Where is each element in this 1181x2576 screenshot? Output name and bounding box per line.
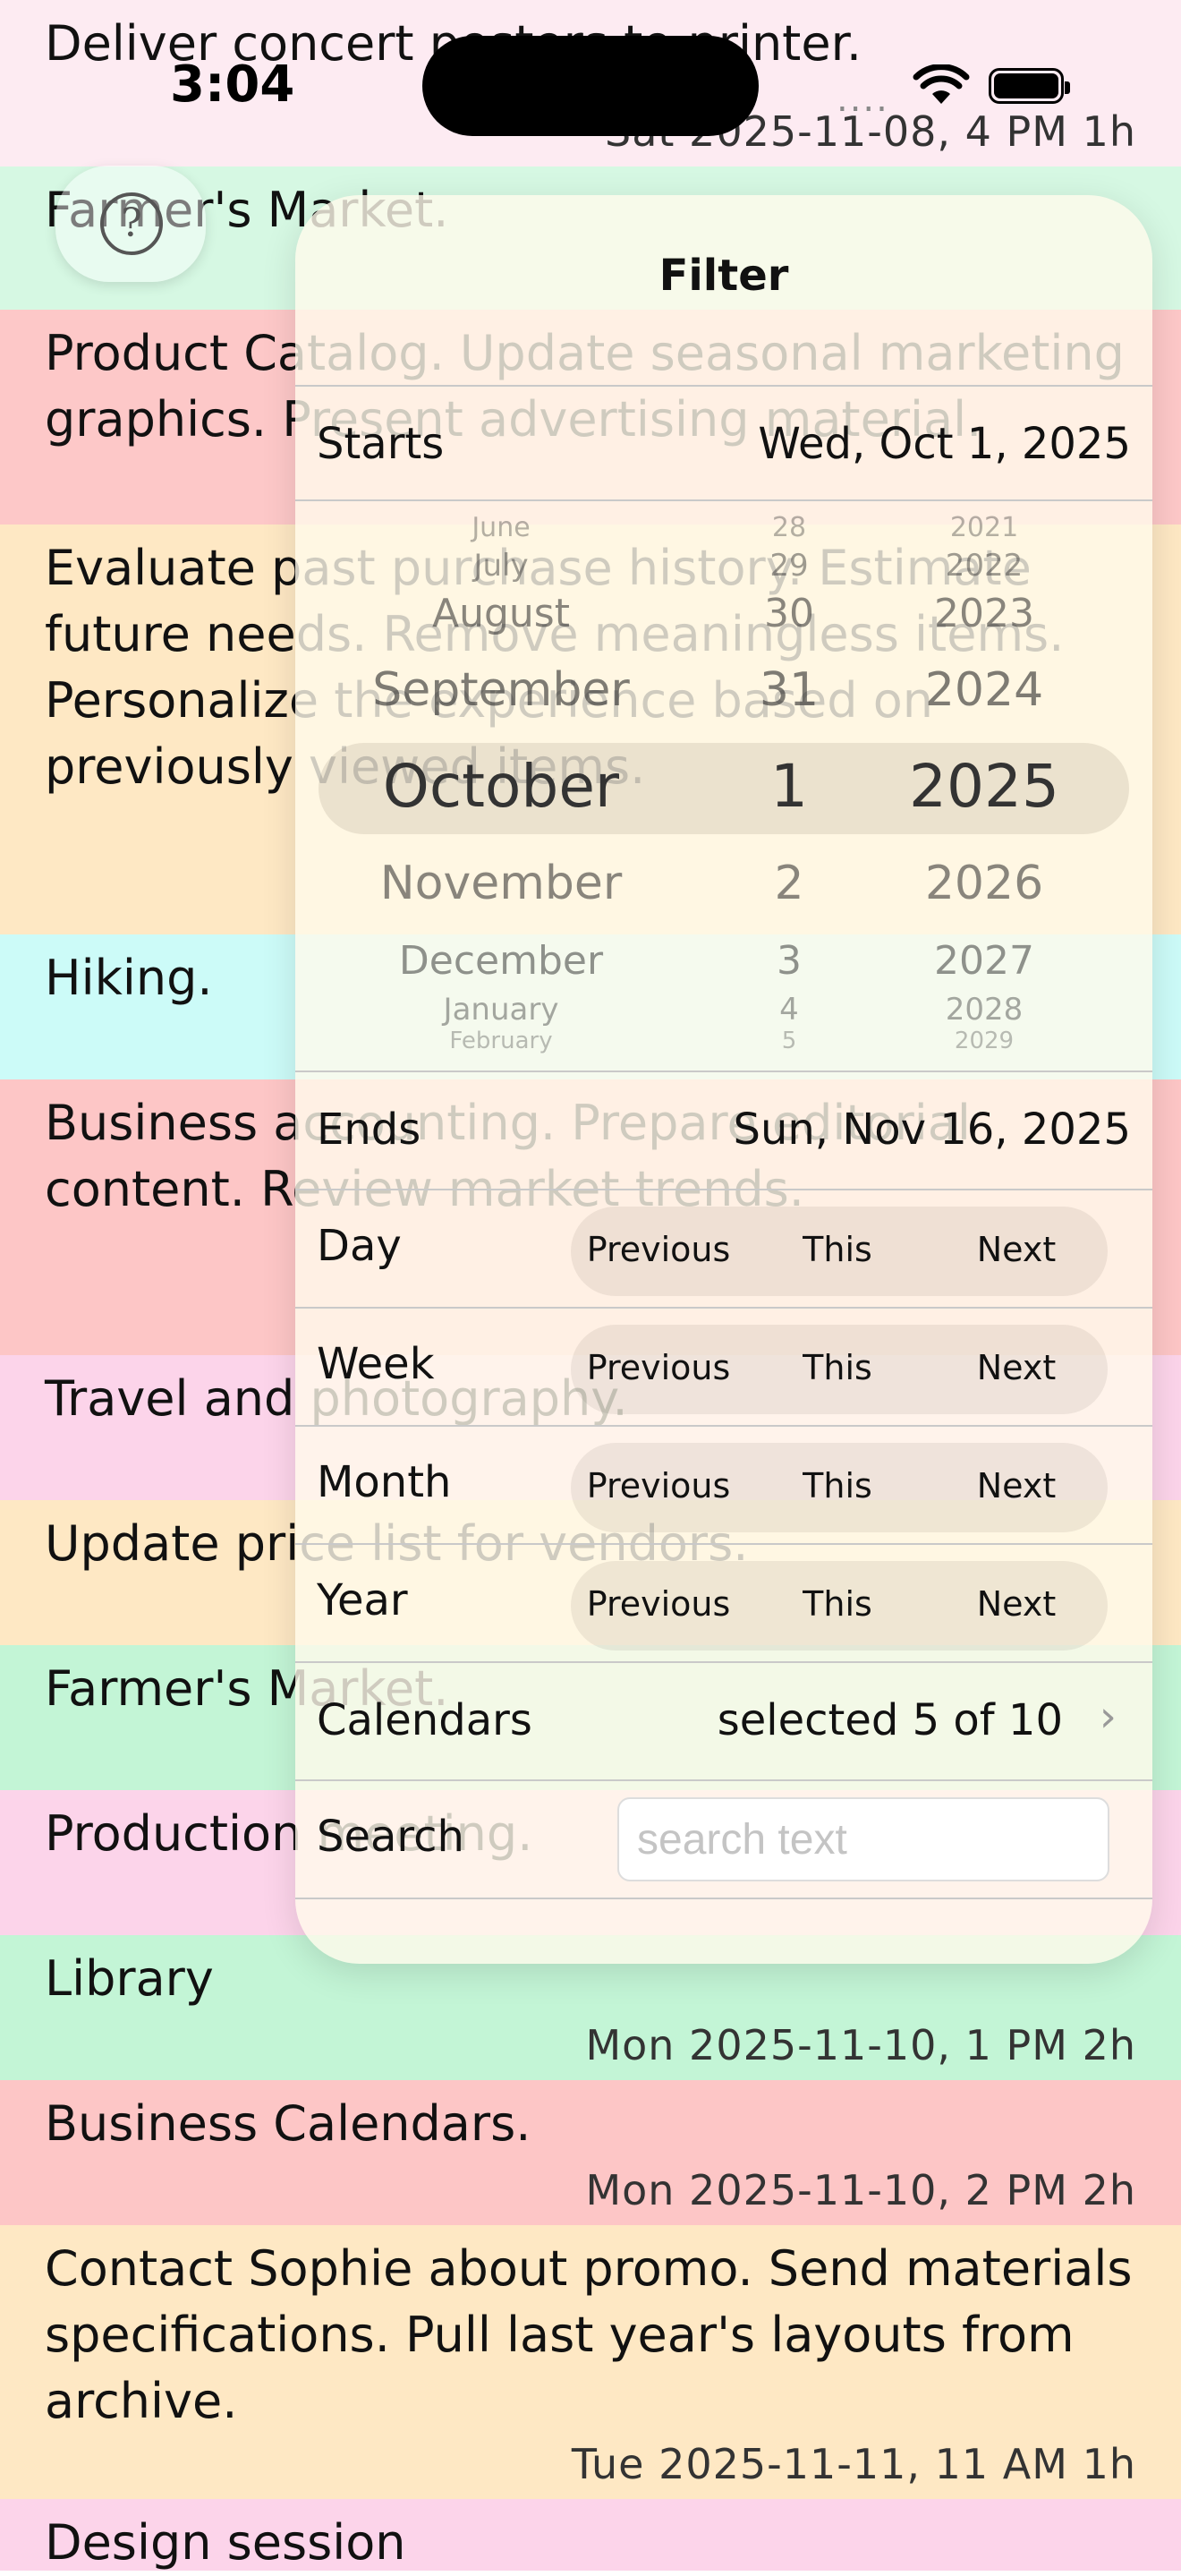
picker-item[interactable]: 30	[764, 591, 814, 636]
picker-item[interactable]: 2025	[909, 752, 1059, 821]
starts-label: Starts	[317, 419, 445, 469]
picker-item[interactable]: 5	[782, 1028, 797, 1054]
picker-item[interactable]: January	[444, 992, 559, 1028]
status-time: 3:04	[170, 55, 295, 114]
picker-item[interactable]: 29	[769, 548, 808, 584]
calendars-label: Calendars	[317, 1695, 532, 1745]
picker-item[interactable]: December	[399, 938, 603, 984]
event-row[interactable]: Contact Sophie about promo. Send materia…	[0, 2225, 1181, 2499]
divider	[295, 1425, 1152, 1427]
picker-item[interactable]: 2	[774, 857, 803, 910]
next-button[interactable]: Next	[977, 1230, 1057, 1269]
divider	[295, 1543, 1152, 1545]
divider	[295, 1189, 1152, 1190]
calendars-value: selected 5 of 10	[717, 1695, 1063, 1745]
divider	[295, 1898, 1152, 1899]
this-button[interactable]: This	[803, 1230, 872, 1269]
picker-item[interactable]: 4	[779, 992, 799, 1028]
event-title: Contact Sophie about promo. Send materia…	[45, 2240, 1133, 2429]
battery-icon	[989, 68, 1070, 104]
search-input[interactable]	[617, 1797, 1109, 1881]
event-time: Mon 2025-11-10, 2 PM 2h	[585, 2166, 1136, 2214]
dynamic-island	[422, 36, 759, 136]
range-label: Month	[317, 1457, 452, 1507]
divider	[295, 1661, 1152, 1663]
picker-item[interactable]: 2024	[925, 663, 1043, 717]
wifi-icon	[913, 64, 970, 104]
range-segmented-control: Previous This Next	[571, 1207, 1108, 1296]
picker-item[interactable]: June	[472, 512, 530, 543]
previous-button[interactable]: Previous	[587, 1230, 731, 1269]
ends-value[interactable]: Sun, Nov 16, 2025	[733, 1105, 1131, 1155]
picker-item[interactable]: 2021	[950, 512, 1018, 543]
next-button[interactable]: Next	[977, 1348, 1057, 1387]
range-label: Week	[317, 1339, 435, 1389]
panel-title: Filter	[658, 251, 789, 301]
range-segmented-control: Previous This Next	[571, 1443, 1108, 1532]
divider	[295, 1779, 1152, 1781]
range-label: Year	[317, 1575, 408, 1625]
picker-item[interactable]: September	[372, 663, 629, 717]
picker-item[interactable]: November	[380, 857, 623, 910]
event-row[interactable]: Business Calendars. Mon 2025-11-10, 2 PM …	[0, 2080, 1181, 2225]
picker-item[interactable]: 2023	[934, 591, 1034, 636]
this-button[interactable]: This	[803, 1584, 872, 1624]
event-title: Design session	[45, 2514, 406, 2571]
help-button[interactable]: ?	[55, 166, 206, 282]
divider	[295, 1070, 1152, 1072]
previous-button[interactable]: Previous	[587, 1584, 731, 1624]
previous-button[interactable]: Previous	[587, 1348, 731, 1387]
picker-item[interactable]: 2027	[934, 938, 1034, 984]
signal-dots-icon: ....	[837, 79, 889, 120]
filter-panel: Filter Starts Wed, Oct 1, 2025 June July A…	[295, 195, 1152, 1964]
picker-item[interactable]: 1	[770, 752, 808, 821]
chevron-right-icon: ›	[1099, 1692, 1117, 1742]
range-label: Day	[317, 1221, 402, 1271]
this-button[interactable]: This	[803, 1466, 872, 1506]
status-bar: 3:04 ....	[0, 0, 1181, 170]
divider	[295, 1307, 1152, 1309]
ends-label: Ends	[317, 1105, 421, 1155]
picker-item[interactable]: 3	[777, 938, 802, 984]
divider	[295, 385, 1152, 387]
event-time: Tue 2025-11-11, 11 AM 1h	[571, 2440, 1136, 2488]
picker-item[interactable]: 2028	[946, 992, 1024, 1028]
range-segmented-control: Previous This Next	[571, 1561, 1108, 1651]
starts-value[interactable]: Wed, Oct 1, 2025	[758, 419, 1131, 469]
search-label: Search	[317, 1812, 464, 1862]
range-segmented-control: Previous This Next	[571, 1325, 1108, 1414]
event-time: Mon 2025-11-10, 1 PM 2h	[585, 2021, 1136, 2069]
event-title: Business Calendars.	[45, 2095, 531, 2152]
picker-item[interactable]: February	[449, 1028, 552, 1054]
picker-item[interactable]: October	[383, 752, 619, 821]
picker-item[interactable]: July	[473, 548, 528, 584]
picker-item[interactable]: 28	[772, 512, 806, 543]
next-button[interactable]: Next	[977, 1584, 1057, 1624]
picker-item[interactable]: 2022	[946, 548, 1024, 584]
this-button[interactable]: This	[803, 1348, 872, 1387]
picker-item[interactable]: 31	[760, 663, 819, 717]
date-picker-wheel[interactable]: June July August September October November De…	[295, 499, 1152, 1054]
previous-button[interactable]: Previous	[587, 1466, 731, 1506]
event-row[interactable]: Design session	[0, 2499, 1181, 2571]
help-icon: ?	[100, 192, 163, 255]
picker-item[interactable]: 2029	[955, 1028, 1014, 1054]
picker-item[interactable]: 2026	[925, 857, 1043, 910]
picker-item[interactable]: August	[432, 591, 570, 636]
next-button[interactable]: Next	[977, 1466, 1057, 1506]
